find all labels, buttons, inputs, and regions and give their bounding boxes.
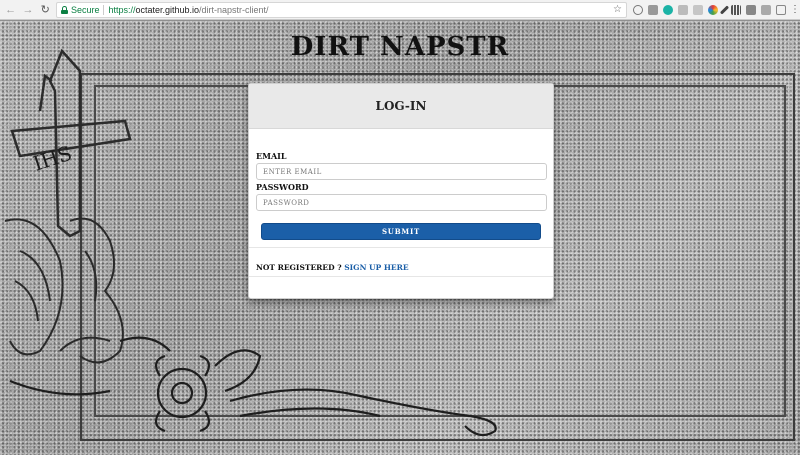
extension-icon[interactable] [730,4,741,15]
extension-icon[interactable] [707,4,718,15]
site-title: DIRT NAPSTR [290,32,510,62]
lock-icon [60,5,68,14]
back-icon[interactable]: ← [4,3,17,17]
submit-button[interactable]: SUBMIT [261,223,541,240]
register-prompt: NOT REGISTERED ? [256,263,342,272]
extension-icon[interactable] [662,4,673,15]
card-divider-bottom [249,276,553,277]
login-form: EMAIL PASSWORD SUBMIT [249,129,553,240]
secure-label: Secure [70,4,100,15]
address-bar[interactable]: Secure https://octater.github.io/dirt-na… [55,1,627,18]
extension-icon[interactable] [719,4,730,15]
svg-text:IHS: IHS [30,141,75,176]
url-path: /dirt-napstr-client/ [199,4,269,15]
extension-icon[interactable] [647,4,658,15]
browser-toolbar: ← → ↻ Secure https://octater.github.io/d… [0,0,800,20]
extension-icon[interactable] [745,4,756,15]
login-card: LOG-IN EMAIL PASSWORD SUBMIT NOT REGISTE… [248,83,554,299]
menu-icon[interactable]: ⋮ [790,4,800,15]
extension-icon[interactable] [677,4,688,15]
extension-icons [632,4,786,15]
address-separator [103,4,105,15]
email-label: EMAIL [256,151,287,161]
page-background: IHS DIRT NAPSTR LOG-IN EMAIL ENTER EMAIL… [0,21,800,455]
login-header: LOG-IN [249,84,553,129]
extension-icon[interactable] [632,4,643,15]
extension-icon[interactable] [760,4,771,15]
email-field[interactable] [256,163,547,180]
url-scheme: https:// [108,4,136,15]
url-host: octater.github.io [135,4,200,15]
sign-up-link[interactable]: SIGN UP HERE [344,263,408,272]
extension-icon[interactable] [775,4,786,15]
reload-icon[interactable]: ↻ [39,3,52,17]
extension-icon[interactable] [692,4,703,15]
password-label: PASSWORD [256,182,309,192]
star-icon[interactable]: ☆ [613,4,622,15]
password-field[interactable] [256,194,547,211]
forward-icon[interactable]: → [21,3,34,17]
register-row: NOT REGISTERED ? SIGN UP HERE [249,248,553,272]
